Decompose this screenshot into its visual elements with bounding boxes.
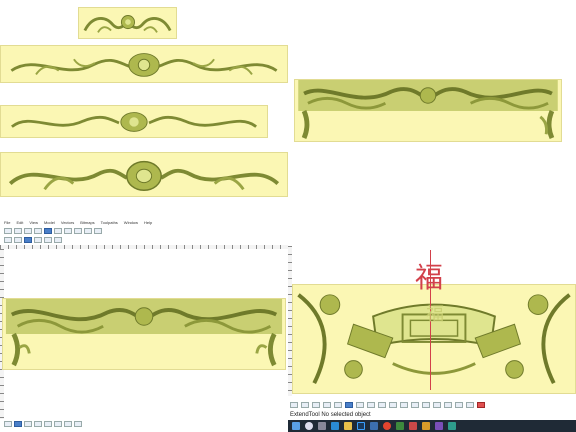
windows-icon[interactable] — [292, 422, 300, 430]
tool-icon-4[interactable] — [34, 236, 42, 243]
curve-icon[interactable] — [290, 401, 298, 408]
vector-icon[interactable] — [44, 227, 52, 234]
select-icon[interactable] — [4, 227, 12, 234]
menu-toolpaths[interactable]: Toolpaths — [101, 220, 118, 225]
relief-panel-3 — [0, 105, 268, 138]
mail-icon[interactable] — [396, 422, 404, 430]
store-icon[interactable] — [370, 422, 378, 430]
flip-icon[interactable] — [411, 401, 419, 408]
menu-window[interactable]: Window — [124, 220, 138, 225]
menu-bitmaps[interactable]: Bitmaps — [80, 220, 94, 225]
app-icon[interactable] — [409, 422, 417, 430]
fu-glyph-small: 福 — [426, 304, 444, 325]
view-icon-1[interactable] — [4, 420, 12, 427]
move-icon[interactable] — [14, 227, 22, 234]
explorer-icon[interactable] — [344, 422, 352, 430]
tool-icon-5[interactable] — [44, 236, 52, 243]
view-icon-3[interactable] — [24, 420, 32, 427]
taskbar — [288, 420, 576, 432]
menu-file[interactable]: File — [4, 220, 10, 225]
right-editor-window: 福 福 ExtendTool No selected object — [288, 216, 576, 420]
app-icon-4[interactable] — [448, 422, 456, 430]
chrome-icon[interactable] — [383, 422, 391, 430]
menu-bar: File Edit View Model Vectors Bitmaps Too… — [4, 220, 152, 225]
scroll-ornament-4 — [8, 160, 280, 191]
app-icon-2[interactable] — [422, 422, 430, 430]
menu-model[interactable]: Model — [44, 220, 55, 225]
app-icon-3[interactable] — [435, 422, 443, 430]
tool-icon-6[interactable] — [54, 236, 62, 243]
menu-vectors[interactable]: Vectors — [61, 220, 74, 225]
menu-help[interactable]: Help — [144, 220, 152, 225]
pointer-icon[interactable] — [312, 401, 320, 408]
task-view-icon[interactable] — [318, 422, 326, 430]
relief-panel-2 — [0, 45, 288, 83]
view-icon-8[interactable] — [74, 420, 82, 427]
secondary-toolbar — [4, 236, 284, 243]
move-icon[interactable] — [433, 401, 441, 408]
menu-view[interactable]: View — [29, 220, 38, 225]
scale-icon[interactable] — [34, 227, 42, 234]
ruler-top — [0, 245, 288, 249]
scale-icon[interactable] — [444, 401, 452, 408]
arc-icon[interactable] — [334, 401, 342, 408]
mirror-icon[interactable] — [455, 401, 463, 408]
zoom-icon[interactable] — [74, 227, 82, 234]
search-icon[interactable] — [305, 422, 313, 430]
node-icon[interactable] — [345, 401, 353, 408]
scroll-ornament-1 — [83, 15, 172, 33]
relief-icon[interactable] — [367, 401, 375, 408]
bottom-toolbar-right — [288, 400, 576, 409]
left-editor-window: File Edit View Model Vectors Bitmaps Too… — [0, 216, 288, 432]
scroll-ornament-3 — [11, 112, 257, 132]
view-icon-4[interactable] — [34, 420, 42, 427]
rotate-icon[interactable] — [24, 227, 32, 234]
view-icon-6[interactable] — [54, 420, 62, 427]
view-icon-7[interactable] — [64, 420, 72, 427]
emboss-icon[interactable] — [389, 401, 397, 408]
smooth-icon[interactable] — [378, 401, 386, 408]
view-icon-2[interactable] — [14, 420, 22, 427]
pan-icon[interactable] — [84, 227, 92, 234]
line-icon[interactable] — [323, 401, 331, 408]
text-icon[interactable] — [64, 227, 72, 234]
status-bar-text: ExtendTool No selected object — [290, 412, 371, 418]
wrap-icon[interactable] — [466, 401, 474, 408]
relief-panel-1 — [78, 7, 177, 39]
main-toolbar — [4, 227, 284, 234]
sculpt-icon[interactable] — [400, 401, 408, 408]
dragon-frieze-left — [5, 299, 283, 367]
scroll-ornament-2 — [10, 53, 278, 77]
view-icon-5[interactable] — [44, 420, 52, 427]
close-icon[interactable] — [477, 401, 485, 408]
tool-icon-1[interactable] — [4, 236, 12, 243]
tool-icon-2[interactable] — [14, 236, 22, 243]
cut-icon[interactable] — [301, 401, 309, 408]
gear-icon[interactable] — [356, 401, 364, 408]
dragon-frieze — [298, 80, 558, 140]
photoshop-icon[interactable] — [357, 422, 365, 430]
fu-glyph-large: 福 — [415, 261, 444, 294]
delete-icon[interactable] — [94, 227, 102, 234]
relief-panel-right-top — [294, 79, 562, 142]
relief-panel-left-editor — [2, 298, 286, 370]
bottom-toolbar-left — [4, 420, 124, 427]
menu-edit[interactable]: Edit — [16, 220, 23, 225]
tool-icon-3[interactable] — [24, 236, 32, 243]
rotate-icon[interactable] — [422, 401, 430, 408]
edge-icon[interactable] — [331, 422, 339, 430]
relief-panel-4 — [0, 152, 288, 197]
node-icon[interactable] — [54, 227, 62, 234]
